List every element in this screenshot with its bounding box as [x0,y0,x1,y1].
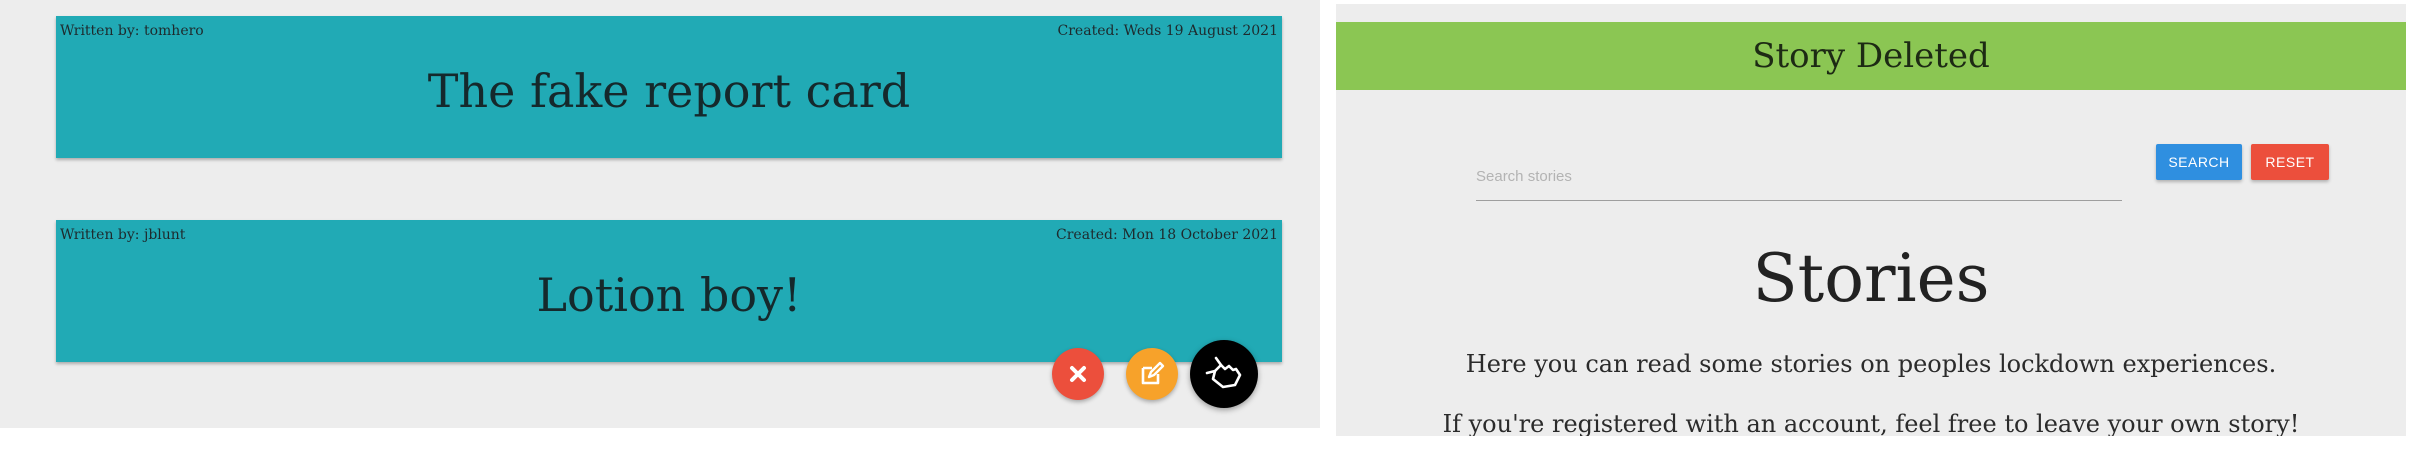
banner-message: Story Deleted [1752,36,1990,76]
story-actions-menu-button[interactable] [1190,340,1258,408]
story-card[interactable]: Written by: tomhero Created: Weds 19 Aug… [56,16,1282,158]
reset-button[interactable]: RESET [2251,144,2329,180]
story-deleted-banner: Story Deleted [1336,22,2406,90]
story-created-date: Created: Weds 19 August 2021 [1057,23,1278,39]
search-button[interactable]: SEARCH [2156,144,2242,180]
story-card[interactable]: Written by: jblunt Created: Mon 18 Octob… [56,220,1282,362]
edit-icon [1141,361,1165,385]
search-field [1476,154,2122,201]
story-title[interactable]: The fake report card [56,64,1282,118]
stories-page-panel: Story Deleted SEARCH RESET Stories Here … [1336,4,2406,436]
close-icon [1070,366,1086,382]
search-input[interactable] [1476,154,2122,198]
story-list-panel: Written by: tomhero Created: Weds 19 Aug… [0,0,1320,428]
story-author: Written by: tomhero [60,23,204,39]
edit-story-button[interactable] [1126,348,1178,400]
page-title: Stories [1752,240,1990,317]
intro-text: If you're registered with an account, fe… [1442,410,2300,436]
story-created-date: Created: Mon 18 October 2021 [1056,227,1278,243]
hand-pointer-icon [1205,356,1242,389]
story-title[interactable]: Lotion boy! [56,268,1282,322]
intro-text: Here you can read some stories on people… [1465,350,2277,378]
delete-story-button[interactable] [1052,348,1104,400]
story-author: Written by: jblunt [60,227,186,243]
